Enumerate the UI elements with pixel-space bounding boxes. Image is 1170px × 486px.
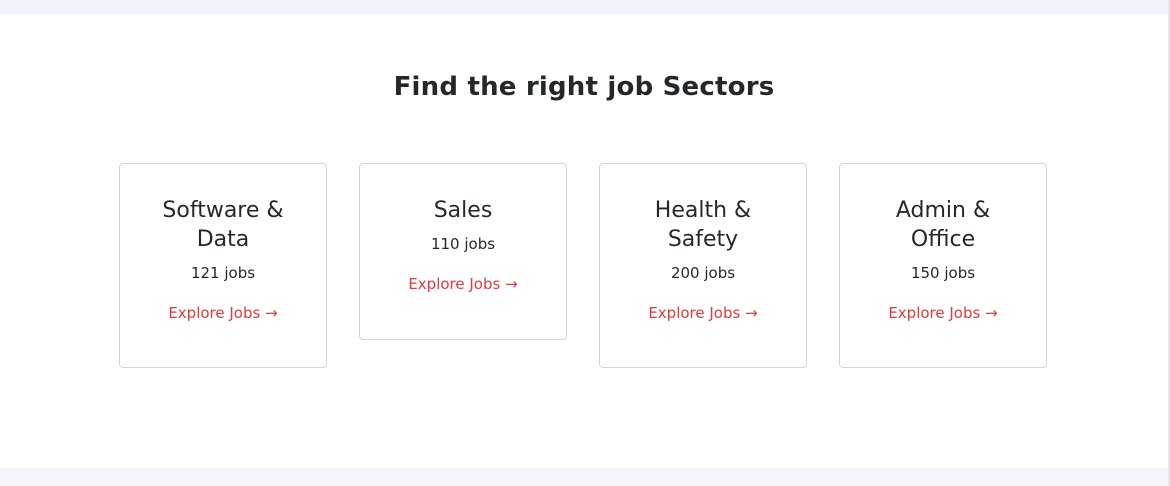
explore-jobs-link[interactable]: Explore Jobs → [888, 304, 997, 322]
explore-jobs-link[interactable]: Explore Jobs → [648, 304, 757, 322]
sector-job-count: 200 jobs [670, 264, 736, 282]
sector-card-sales[interactable]: Sales 110 jobs Explore Jobs → [359, 163, 567, 340]
sector-card-software-data[interactable]: Software & Data 121 jobs Explore Jobs → [119, 163, 327, 368]
sector-name: Software & Data [162, 198, 284, 252]
sector-card-health-safety[interactable]: Health & Safety 200 jobs Explore Jobs → [599, 163, 807, 368]
section-title: Find the right job Sectors [393, 72, 775, 102]
sector-name: Health & Safety [654, 198, 752, 252]
explore-jobs-link[interactable]: Explore Jobs → [408, 275, 517, 293]
sector-job-count: 121 jobs [190, 264, 256, 282]
sector-job-count: 150 jobs [910, 264, 976, 282]
top-band [0, 0, 1170, 14]
sector-name: Sales [433, 198, 493, 223]
sector-job-count: 110 jobs [430, 235, 496, 253]
job-sectors-section: Find the right job Sectors Software & Da… [0, 14, 1168, 468]
explore-jobs-link[interactable]: Explore Jobs → [168, 304, 277, 322]
sector-card-admin-office[interactable]: Admin & Office 150 jobs Explore Jobs → [839, 163, 1047, 368]
sector-name: Admin & Office [895, 198, 991, 252]
bottom-band [0, 468, 1170, 486]
